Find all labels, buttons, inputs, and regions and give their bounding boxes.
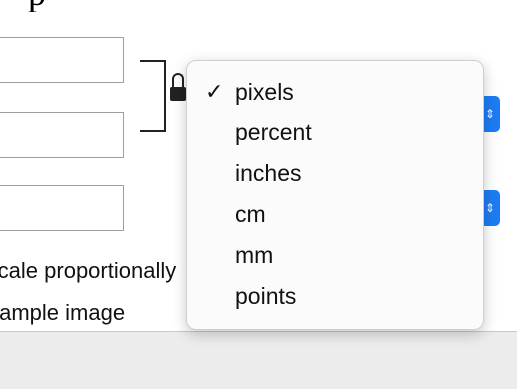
proportion-bracket	[140, 60, 166, 132]
menu-item-pixels[interactable]: ✓ pixels	[187, 73, 483, 111]
chevron-updown-icon: ⇕	[484, 107, 496, 121]
dialog-footer	[0, 332, 517, 389]
menu-item-mm[interactable]: mm	[187, 236, 483, 274]
menu-item-cm[interactable]: cm	[187, 195, 483, 233]
menu-item-percent[interactable]: percent	[187, 113, 483, 151]
menu-item-label: inches	[235, 160, 302, 186]
height-field[interactable]	[0, 112, 124, 158]
lock-icon[interactable]	[170, 73, 186, 107]
checkmark-icon: ✓	[205, 79, 224, 104]
chevron-updown-icon: ⇕	[484, 201, 496, 215]
resample-image-label[interactable]: Resample image	[0, 300, 195, 326]
menu-item-label: percent	[235, 119, 312, 145]
width-field[interactable]	[0, 37, 124, 83]
menu-item-points[interactable]: points	[187, 277, 483, 315]
menu-item-label: points	[235, 283, 297, 309]
menu-item-inches[interactable]: inches	[187, 154, 483, 192]
scale-proportionally-label[interactable]: Scale proportionally	[0, 258, 195, 284]
unit-dropdown-menu: ✓ pixels percent inches cm mm points	[186, 60, 484, 330]
dialog-title-fragment: p	[0, 0, 110, 12]
menu-item-label: pixels	[235, 79, 294, 105]
menu-item-label: mm	[235, 242, 274, 268]
resolution-field[interactable]	[0, 185, 124, 231]
menu-item-label: cm	[235, 201, 266, 227]
